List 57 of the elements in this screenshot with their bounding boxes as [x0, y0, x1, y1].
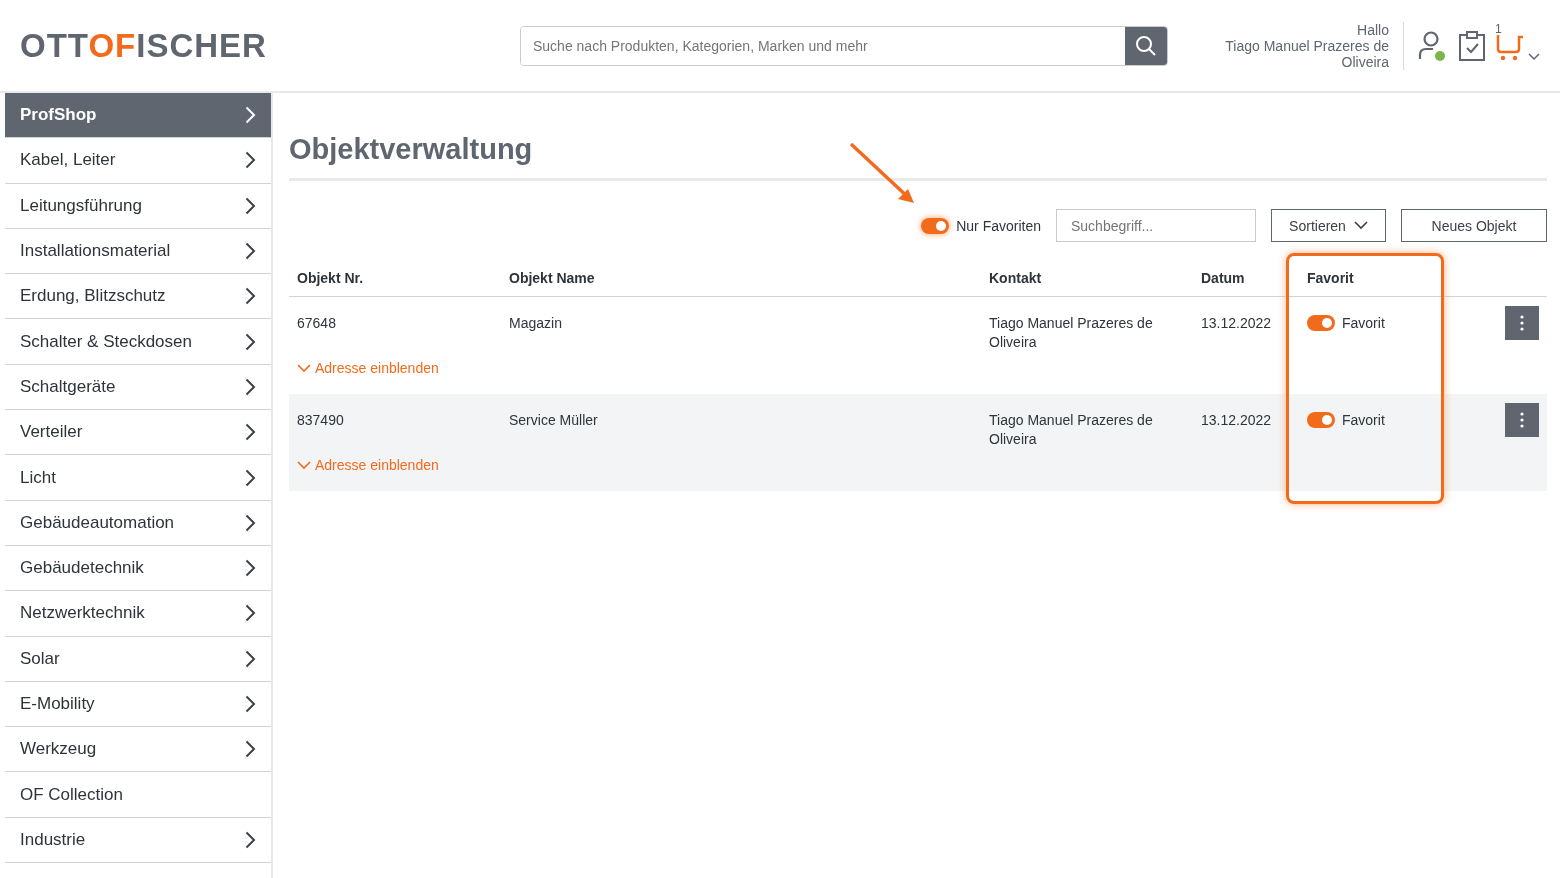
clipboard-check-icon[interactable] — [1458, 29, 1486, 62]
table-cell-text: Tiago Manuel Prazeres de Oliveira — [989, 411, 1154, 449]
category-item[interactable]: Installationsmaterial — [5, 228, 271, 275]
page-title: Objektverwaltung — [289, 133, 1547, 181]
toggle-switch[interactable] — [921, 217, 950, 234]
table-cell-text: Magazin — [509, 314, 563, 333]
search-icon — [1135, 34, 1157, 57]
more-vertical-icon — [1520, 412, 1524, 428]
table-cell-text: 67648 — [297, 314, 337, 333]
chevron-down-icon — [297, 460, 311, 470]
column-header: Objekt Name — [509, 270, 596, 286]
category-item[interactable]: Verteiler — [5, 410, 271, 456]
greeting-text: Hallo — [1357, 21, 1389, 38]
user-name: Tiago Manuel Prazeres de Oliveira — [1224, 37, 1389, 70]
category-item[interactable]: Kabel, Leiter — [5, 138, 271, 184]
category-item[interactable]: Erdung, Blitzschutz — [5, 274, 271, 320]
search-button[interactable] — [1125, 26, 1167, 65]
table-cell-text: 13.12.2022 — [1201, 314, 1273, 333]
toggle-switch[interactable] — [1307, 315, 1335, 331]
category-item[interactable]: Netzwerktechnik — [5, 591, 271, 637]
category-item[interactable]: Schalter & Steckdosen — [5, 319, 271, 365]
category-item[interactable]: Leitungsführung — [5, 183, 271, 229]
more-vertical-icon — [1520, 315, 1524, 331]
category-item[interactable]: ProfShop — [5, 93, 271, 139]
table-cell-text: 837490 — [297, 411, 345, 430]
category-item[interactable]: Gebäudetechnik — [5, 545, 271, 592]
category-item[interactable]: Werkzeug — [5, 727, 271, 773]
company-logo[interactable]: OTTOFISCHER — [20, 26, 520, 65]
category-item[interactable]: E-Mobility — [5, 681, 271, 728]
toggle-switch[interactable] — [1307, 412, 1335, 428]
more-menu-button[interactable] — [1505, 403, 1539, 437]
toggle-label: Nur Favoriten — [956, 217, 1041, 234]
column-header: Favorit — [1307, 270, 1355, 286]
column-header: Objekt Nr. — [297, 270, 365, 286]
cart-count: 1 — [1495, 21, 1502, 36]
search-field[interactable]: Suchbegriff... — [1056, 209, 1256, 242]
table-cell-text: Service Müller — [509, 411, 599, 430]
toggle-label: Favorit — [1342, 315, 1385, 331]
category-item[interactable]: Licht — [5, 455, 271, 501]
user-icon[interactable] — [1418, 29, 1448, 62]
chevron-down-icon — [1353, 221, 1368, 230]
category-item[interactable]: Gebäudeautomation — [5, 500, 271, 546]
more-menu-button[interactable] — [1505, 306, 1539, 340]
sort-button[interactable]: Sortieren — [1271, 209, 1386, 242]
column-header: Datum — [1201, 270, 1246, 286]
category-item[interactable]: Schaltgeräte — [5, 364, 271, 411]
category-item[interactable]: Industrie — [5, 817, 271, 864]
table-cell-text: Tiago Manuel Prazeres de Oliveira — [989, 314, 1154, 352]
caret-icon[interactable] — [1528, 52, 1540, 61]
category-item[interactable]: Solar — [5, 636, 271, 682]
toggle-label: Favorit — [1342, 412, 1385, 428]
search-field[interactable]: Suche nach Produkten, Kategorien, Marken und mehr — [520, 25, 1168, 66]
table-cell-text: 13.12.2022 — [1201, 411, 1273, 430]
category-item[interactable]: OF Collection — [5, 772, 271, 818]
column-header: Kontakt — [989, 270, 1043, 286]
chevron-down-icon — [297, 363, 311, 373]
new-object-button[interactable]: Neues Objekt — [1401, 209, 1547, 242]
